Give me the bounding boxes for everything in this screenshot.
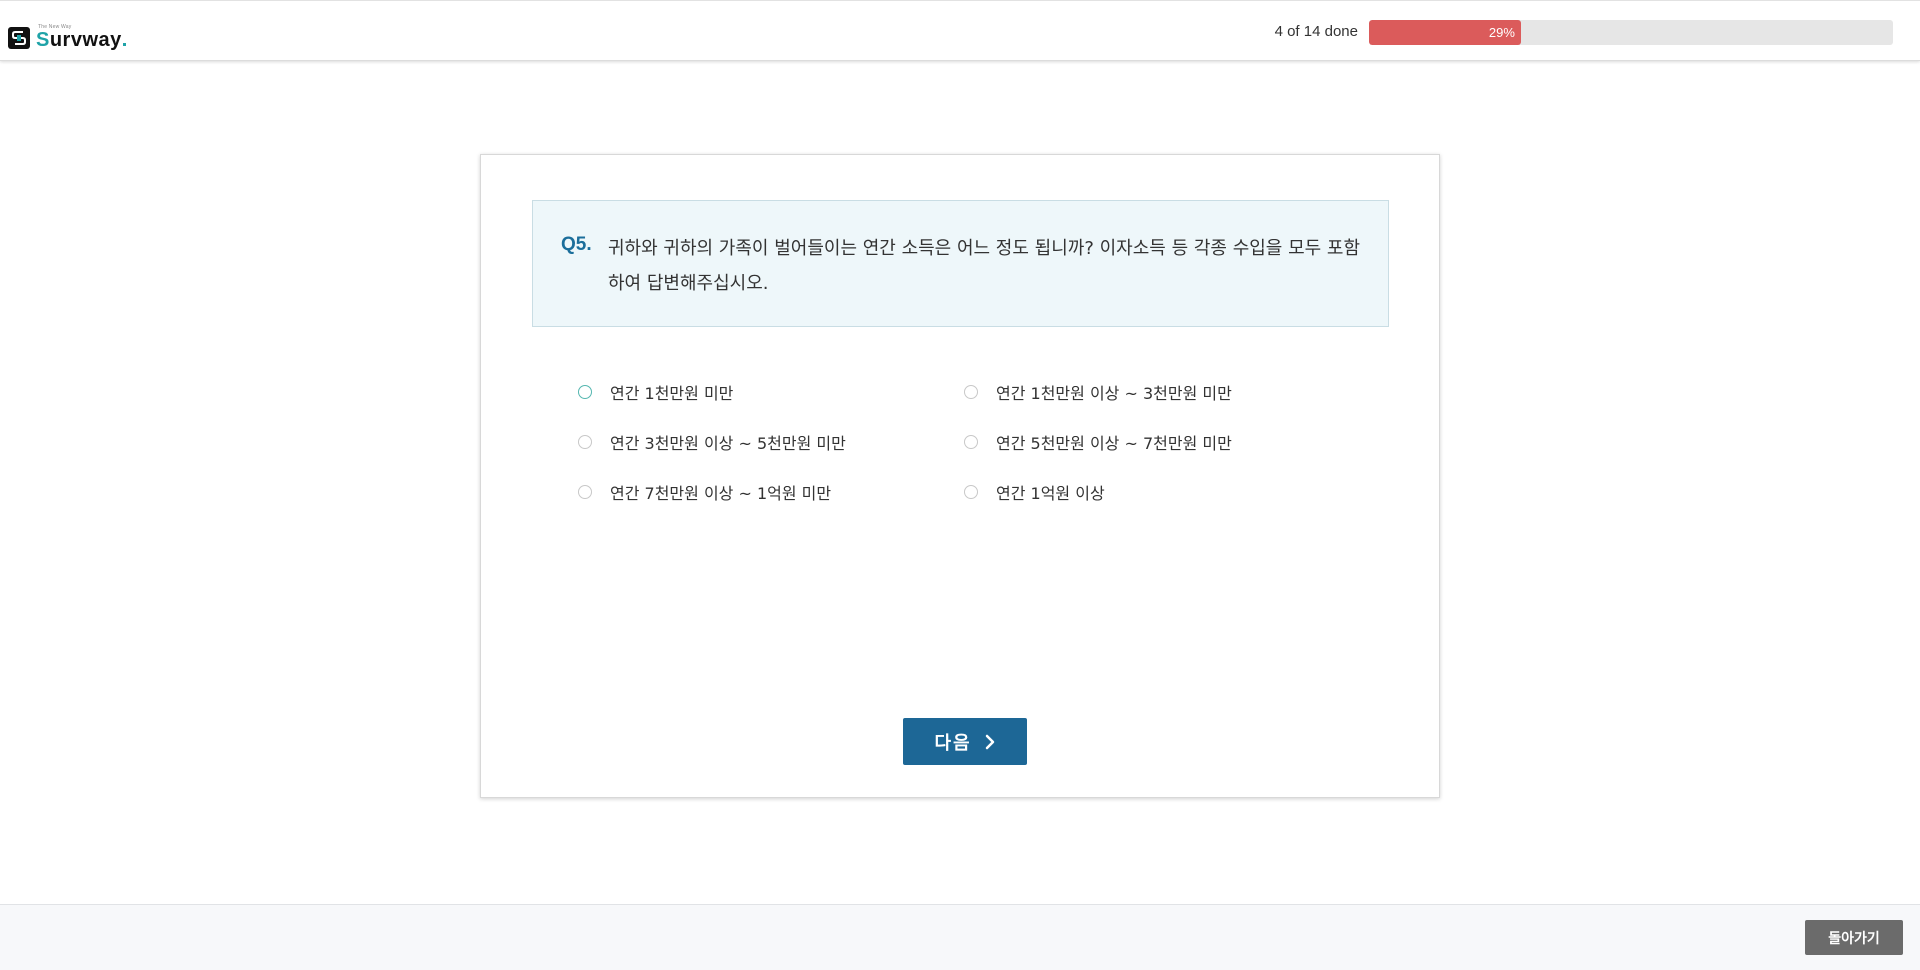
answer-option-label: 연간 1억원 이상 (996, 484, 1105, 503)
logo-wordmark-initial: S (36, 29, 50, 51)
survway-logo-icon (8, 27, 30, 49)
progress-bar: 29% (1369, 20, 1893, 45)
answer-option-label: 연간 5천만원 이상 ~ 7천만원 미만 (996, 434, 1232, 453)
question-box: Q5. 귀하와 귀하의 가족이 벌어들이는 연간 소득은 어느 정도 됩니까? … (532, 200, 1389, 327)
survey-page: The New Way Survway 4 of 14 done 29% Q5.… (0, 0, 1920, 970)
top-header: The New Way Survway 4 of 14 done 29% (0, 0, 1920, 61)
answer-option[interactable]: 연간 7천만원 이상 ~ 1억원 미만 (578, 477, 831, 507)
answer-option[interactable]: 연간 5천만원 이상 ~ 7천만원 미만 (964, 427, 1232, 457)
logo-wordmark-rest: urvway (49, 29, 122, 51)
survway-logo: The New Way Survway (8, 20, 126, 50)
radio-button[interactable] (964, 385, 978, 399)
answer-option[interactable]: 연간 1억원 이상 (964, 477, 1105, 507)
progress-percent: 29% (1488, 25, 1515, 40)
answer-option-label: 연간 7천만원 이상 ~ 1억원 미만 (610, 484, 832, 503)
logo-wordmark: Survway (36, 30, 126, 50)
chevron-right-icon (984, 734, 996, 750)
radio-button[interactable] (578, 435, 592, 449)
radio-button[interactable] (578, 385, 592, 399)
answer-option-label: 연간 1천만원 미만 (610, 384, 734, 403)
logo-dot (122, 43, 126, 46)
question-number: Q5. (561, 234, 592, 255)
answer-option[interactable]: 연간 1천만원 미만 (578, 377, 733, 407)
bottom-footer: 돌아가기 (0, 904, 1920, 970)
next-button[interactable]: 다음 (903, 718, 1027, 765)
progress-label: 4 of 14 done (1274, 23, 1358, 40)
radio-button[interactable] (964, 485, 978, 499)
radio-button[interactable] (964, 435, 978, 449)
question-text: 귀하와 귀하의 가족이 벌어들이는 연간 소득은 어느 정도 됩니까? 이자소득… (608, 238, 1361, 294)
question-card: Q5. 귀하와 귀하의 가족이 벌어들이는 연간 소득은 어느 정도 됩니까? … (480, 154, 1440, 798)
answer-option[interactable]: 연간 1천만원 이상 ~ 3천만원 미만 (964, 377, 1232, 407)
answer-option-label: 연간 3천만원 이상 ~ 5천만원 미만 (610, 434, 846, 453)
next-button-label: 다음 (934, 732, 972, 753)
answer-option-label: 연간 1천만원 이상 ~ 3천만원 미만 (996, 384, 1232, 403)
radio-button[interactable] (578, 485, 592, 499)
answer-option[interactable]: 연간 3천만원 이상 ~ 5천만원 미만 (578, 427, 846, 457)
progress-bar-fill: 29% (1369, 20, 1521, 45)
back-button[interactable]: 돌아가기 (1805, 920, 1903, 955)
